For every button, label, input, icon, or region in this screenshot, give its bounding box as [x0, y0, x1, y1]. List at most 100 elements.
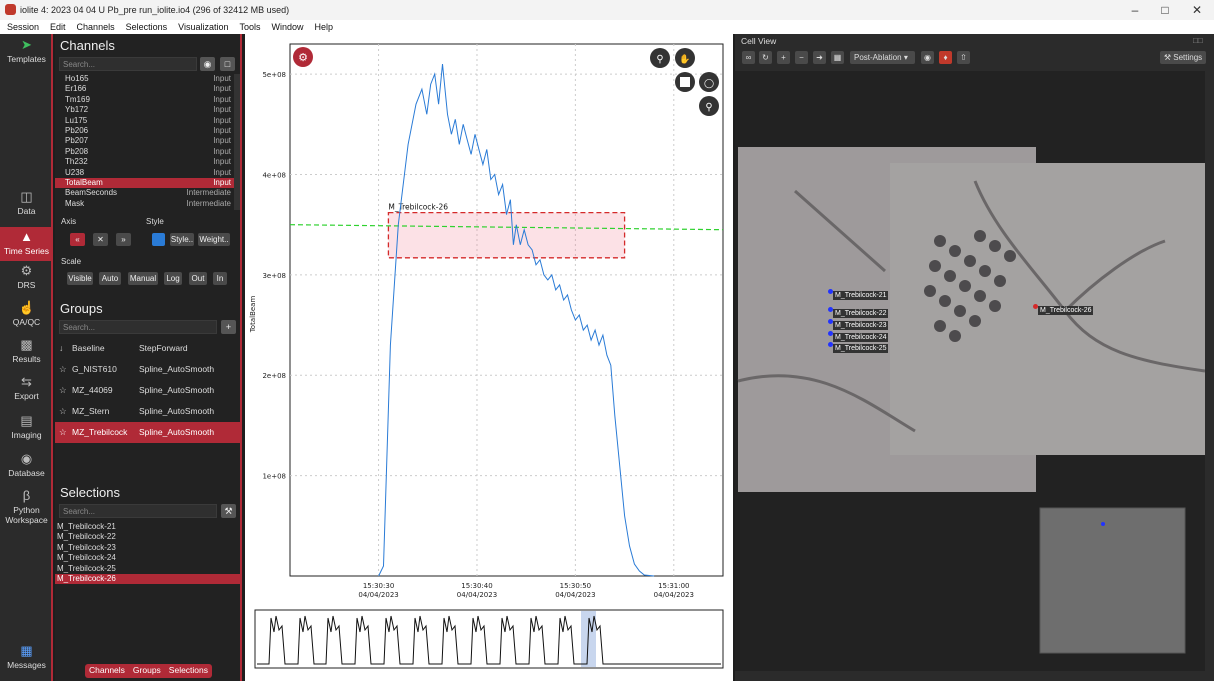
- menu-channels[interactable]: Channels: [70, 20, 119, 34]
- link-button[interactable]: ∞: [742, 51, 755, 64]
- tab-channels[interactable]: Channels: [85, 664, 129, 678]
- channel-row[interactable]: Tm169 Input: [55, 95, 235, 105]
- globe-button[interactable]: ◉: [921, 51, 934, 64]
- channel-scrollbar[interactable]: [234, 74, 240, 210]
- image-button[interactable]: ▦: [831, 51, 844, 64]
- left-navigation: ➤ Templates ◫ Data ▲ Time Series ⚙ DRS ☝…: [0, 34, 53, 681]
- nav-qaqc[interactable]: ☝ QA/QC: [0, 301, 53, 335]
- scale-visible-button[interactable]: Visible: [67, 272, 93, 285]
- spot-label[interactable]: M_Trebilcock-24: [833, 333, 889, 342]
- menu-window[interactable]: Window: [265, 20, 308, 34]
- selection-row[interactable]: M_Trebilcock-24: [55, 553, 242, 563]
- channel-row[interactable]: Mask Intermediate: [55, 199, 235, 209]
- scale-log-button[interactable]: Log: [164, 272, 182, 285]
- nav-database[interactable]: ◉ Database: [0, 452, 53, 486]
- zoom-in-button[interactable]: +: [777, 51, 790, 64]
- tab-selections[interactable]: Selections: [165, 664, 212, 678]
- menu-edit[interactable]: Edit: [43, 20, 70, 34]
- selection-row[interactable]: M_Trebilcock-23: [55, 543, 242, 553]
- paper-plane-icon: ➤: [21, 37, 32, 52]
- tab-groups[interactable]: Groups: [129, 664, 165, 678]
- selection-row[interactable]: M_Trebilcock-21: [55, 522, 242, 532]
- wrench-icon[interactable]: ⚒: [221, 504, 236, 518]
- color-swatch-button[interactable]: [152, 233, 165, 246]
- spot-label[interactable]: M_Trebilcock-26: [1038, 306, 1094, 315]
- selections-search-input[interactable]: Search...: [59, 504, 217, 518]
- tag-button[interactable]: ♦: [939, 51, 952, 64]
- overview-frame[interactable]: [254, 609, 724, 669]
- refresh-button[interactable]: ↻: [759, 51, 772, 64]
- channel-row[interactable]: Pb208 Input: [55, 147, 235, 157]
- group-row[interactable]: ↓ Baseline StepForward: [55, 338, 242, 359]
- nav-drs[interactable]: ⚙ DRS: [0, 264, 53, 298]
- cell-image-viewport[interactable]: M_Trebilcock-21 M_Trebilcock-22 M_Trebilco…: [735, 71, 1205, 671]
- selection-row-selected[interactable]: M_Trebilcock-26: [55, 574, 242, 585]
- channel-row[interactable]: Ho165 Input: [55, 74, 235, 84]
- panel-float-icon[interactable]: □□: [1193, 36, 1203, 45]
- axis-right-button[interactable]: »: [116, 233, 131, 246]
- selection-row[interactable]: M_Trebilcock-22: [55, 532, 242, 542]
- nav-data[interactable]: ◫ Data: [0, 190, 53, 224]
- group-row[interactable]: ☆ MZ_44069 Spline_AutoSmooth: [55, 380, 242, 401]
- scale-out-button[interactable]: Out: [189, 272, 207, 285]
- channel-row[interactable]: BeamSeconds Intermediate: [55, 188, 235, 198]
- channels-search-input[interactable]: Search...: [59, 57, 197, 71]
- square-icon: [680, 77, 690, 87]
- maximize-button[interactable]: □: [1150, 2, 1180, 18]
- scale-auto-button[interactable]: Auto: [99, 272, 121, 285]
- menu-selections[interactable]: Selections: [119, 20, 172, 34]
- menu-help[interactable]: Help: [308, 20, 338, 34]
- channel-row[interactable]: Th232 Input: [55, 157, 235, 167]
- group-row[interactable]: ☆ G_NIST610 Spline_AutoSmooth: [55, 359, 242, 380]
- add-group-icon[interactable]: +: [221, 320, 236, 334]
- channel-row[interactable]: U238 Input: [55, 168, 235, 178]
- channel-row[interactable]: Lu175 Input: [55, 116, 235, 126]
- groups-search-input[interactable]: Search...: [59, 320, 217, 334]
- spot-label[interactable]: M_Trebilcock-23: [833, 321, 889, 330]
- nav-imaging[interactable]: ▤ Imaging: [0, 414, 53, 450]
- nav-label: Export: [14, 391, 39, 401]
- spot-label[interactable]: M_Trebilcock-21: [833, 291, 889, 300]
- nav-export[interactable]: ⇆ Export: [0, 375, 53, 409]
- time-series-chart[interactable]: M_Trebilcock-26 1e+08 2e+08 3e+08 4e+08 5e+0…: [245, 34, 733, 681]
- channel-row[interactable]: Pb207 Input: [55, 136, 235, 146]
- spot-label[interactable]: M_Trebilcock-25: [833, 344, 889, 353]
- channel-row[interactable]: Yb172 Input: [55, 105, 235, 115]
- x-tick-label: 15:31:00: [658, 582, 689, 590]
- minimize-button[interactable]: –: [1120, 2, 1150, 18]
- axis-remove-button[interactable]: ✕: [93, 233, 108, 246]
- close-button[interactable]: ✕: [1182, 2, 1212, 18]
- axis-label: Axis: [61, 217, 77, 226]
- spot-label[interactable]: M_Trebilcock-22: [833, 309, 889, 318]
- search-icon: ⚲: [705, 102, 712, 113]
- message-icon: ▦: [20, 643, 33, 658]
- ablation-dropdown[interactable]: Post-Ablation ▾: [850, 51, 915, 64]
- minimap[interactable]: [1039, 507, 1186, 654]
- menu-session[interactable]: Session: [0, 20, 43, 34]
- weight-button[interactable]: Weight..: [198, 233, 230, 246]
- scale-manual-button[interactable]: Manual: [128, 272, 158, 285]
- channel-row-selected[interactable]: TotalBeam Input: [55, 177, 235, 189]
- style-button[interactable]: Style..: [170, 233, 194, 246]
- zoom-out-button[interactable]: −: [795, 51, 808, 64]
- arrow-right-button[interactable]: ➜: [813, 51, 826, 64]
- nav-templates[interactable]: ➤ Templates: [0, 38, 53, 72]
- menu-visualization[interactable]: Visualization: [171, 20, 232, 34]
- settings-button[interactable]: ⚒ Settings: [1160, 51, 1206, 64]
- cell-image-canvas[interactable]: [735, 71, 1205, 671]
- nav-results[interactable]: ▩ Results: [0, 338, 53, 372]
- group-row[interactable]: ☆ MZ_Stern Spline_AutoSmooth: [55, 401, 242, 422]
- axis-left-button[interactable]: «: [70, 233, 85, 246]
- group-row-selected[interactable]: ☆ MZ_Trebilcock Spline_AutoSmooth: [55, 422, 242, 443]
- nav-time-series[interactable]: ▲ Time Series: [0, 227, 53, 261]
- menu-tools[interactable]: Tools: [232, 20, 264, 34]
- selection-row[interactable]: M_Trebilcock-25: [55, 564, 242, 574]
- channel-row[interactable]: Pb206 Input: [55, 126, 235, 136]
- nav-python-workspace[interactable]: β Python Workspace: [0, 489, 53, 529]
- scale-in-button[interactable]: In: [213, 272, 227, 285]
- channel-row[interactable]: Er166 Input: [55, 84, 235, 94]
- upload-button[interactable]: ⇧: [957, 51, 970, 64]
- nav-messages[interactable]: ▦ Messages: [0, 644, 53, 678]
- eye-icon[interactable]: ◉: [200, 57, 215, 71]
- folder-icon[interactable]: □: [220, 57, 235, 71]
